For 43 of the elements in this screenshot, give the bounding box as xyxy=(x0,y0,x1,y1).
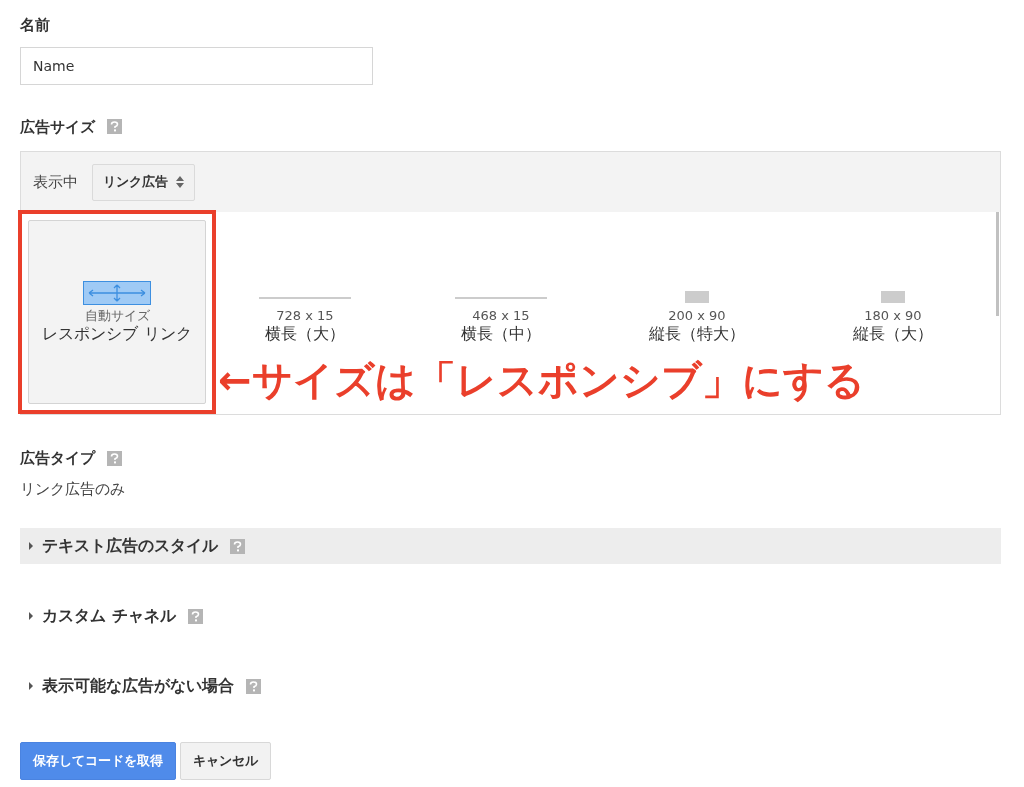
size-caption: 自動サイズ xyxy=(84,307,150,324)
showing-label: 表示中 xyxy=(33,171,78,193)
help-icon[interactable] xyxy=(230,538,245,554)
cancel-button[interactable]: キャンセル xyxy=(180,742,271,780)
collapsible-section[interactable]: 表示可能な広告がない場合 xyxy=(20,668,1001,704)
ad-size-option[interactable]: 180 x 90 縦長（大） xyxy=(800,284,986,344)
annotation-text: ←サイズは「レスポンシブ」にする xyxy=(218,358,866,402)
collapsible-section[interactable]: カスタム チャネル xyxy=(20,598,1001,634)
banner-preview xyxy=(685,291,709,303)
size-caption: 728 x 15 xyxy=(276,308,334,324)
size-title: 縦長（特大） xyxy=(649,324,745,344)
expand-arrow-icon xyxy=(28,541,34,551)
expand-arrow-icon xyxy=(28,681,34,691)
size-caption: 200 x 90 xyxy=(668,308,726,324)
ad-size-option[interactable]: 200 x 90 縦長（特大） xyxy=(604,284,790,344)
banner-preview xyxy=(881,291,905,303)
section-label: 広告タイプ xyxy=(20,448,95,469)
size-title: 縦長（大） xyxy=(853,324,933,344)
size-caption: 468 x 15 xyxy=(472,308,530,324)
sort-caret-icon xyxy=(176,176,184,188)
responsive-resize-icon xyxy=(83,280,151,305)
collapsible-section[interactable]: テキスト広告のスタイル xyxy=(20,528,1001,564)
section-title: カスタム チャネル xyxy=(42,605,176,627)
expand-arrow-icon xyxy=(28,611,34,621)
help-icon[interactable] xyxy=(246,678,261,694)
section-title: テキスト広告のスタイル xyxy=(42,535,218,557)
help-icon[interactable] xyxy=(187,608,203,624)
section-title: 表示可能な広告がない場合 xyxy=(42,675,234,697)
ad-size-option[interactable]: 自動サイズ レスポンシブ リンク xyxy=(28,220,206,404)
help-icon[interactable] xyxy=(107,119,122,135)
filter-select[interactable]: リンク広告 xyxy=(92,163,195,201)
section-label: 広告サイズ xyxy=(20,116,95,138)
size-title: 横長（中） xyxy=(461,324,541,344)
ad-size-option[interactable]: 728 x 15 横長（大） xyxy=(212,284,398,344)
size-title: レスポンシブ リンク xyxy=(42,323,192,344)
field-label: 名前 xyxy=(20,15,51,36)
name-input[interactable]: Name xyxy=(20,46,373,85)
ad-type-value: リンク広告のみ xyxy=(20,478,126,500)
ad-size-option[interactable]: 468 x 15 横長（中） xyxy=(408,284,594,344)
scrollbar[interactable] xyxy=(996,212,999,316)
help-icon[interactable] xyxy=(107,450,122,466)
size-title: 横長（大） xyxy=(265,324,345,344)
size-caption: 180 x 90 xyxy=(864,308,922,324)
